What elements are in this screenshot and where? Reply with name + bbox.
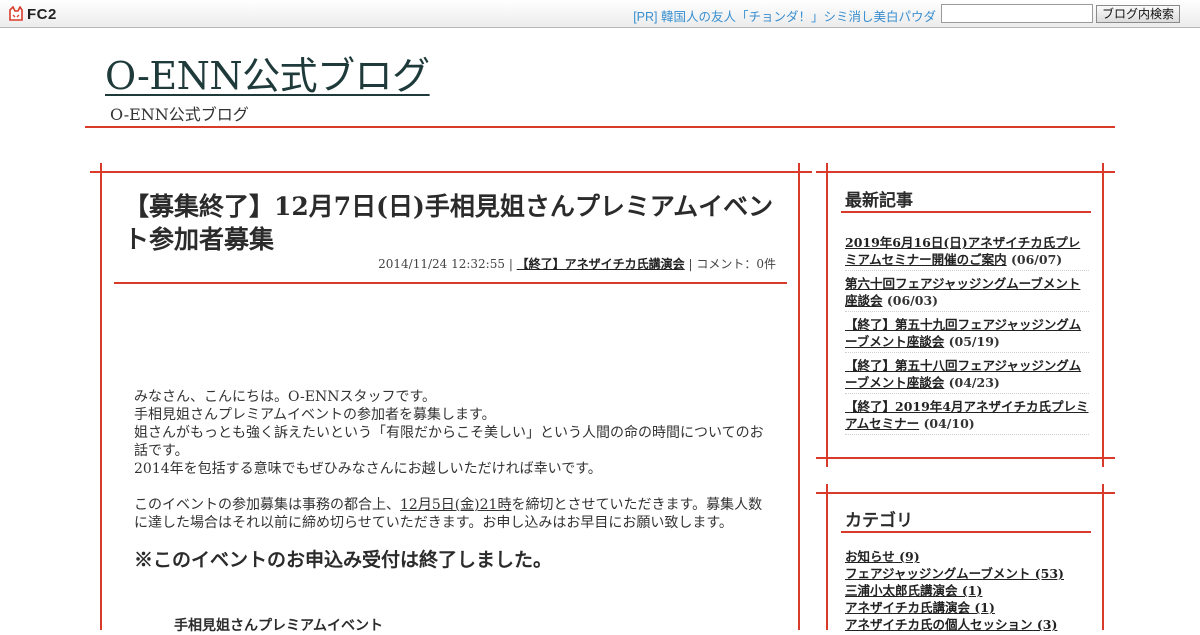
deadline-date: 12月5日(金)21時 — [400, 497, 512, 513]
category-count[interactable]: (9) — [895, 549, 920, 564]
entry-date: 2014/11/24 12:32:55 — [378, 257, 505, 271]
category-divider — [841, 531, 1091, 533]
recent-frame-right — [1102, 163, 1104, 467]
category-count[interactable]: (1) — [958, 583, 983, 598]
recent-frame-bottom — [816, 457, 1115, 459]
entry-frame-top — [90, 171, 812, 173]
list-item: アネザイチカ氏の個人セッション (3) — [845, 616, 1095, 633]
list-item: 第六十回フェアジャッジングムーブメント座談会 (06/03) — [845, 274, 1089, 312]
recent-posts-heading: 最新記事 — [845, 191, 913, 211]
meta-separator: | — [505, 257, 517, 271]
category-link[interactable]: アネザイチカ氏講演会 — [845, 600, 970, 615]
list-item: アネザイチカ氏講演会 (1) — [845, 599, 1095, 616]
category-heading: カテゴリ — [845, 511, 913, 531]
category-count[interactable]: (1) — [970, 600, 995, 615]
entry-frame-left — [100, 163, 102, 630]
recent-frame-top — [816, 171, 1115, 173]
list-item: 三浦小太郎氏講演会 (1) — [845, 582, 1095, 599]
list-item: 2019年6月16日(日)アネザイチカ氏プレミアムセミナー開催のご案内 (06/… — [845, 233, 1089, 271]
recent-post-date: (06/07) — [1006, 252, 1063, 267]
deadline-text-pre: このイベントの参加募集は事務の都合上、 — [134, 497, 400, 513]
category-link[interactable]: お知らせ — [845, 549, 895, 564]
pr-ad-link[interactable]: [PR] 韓国人の友人「チョンダ！」シミ消し美白パウダ — [633, 6, 936, 25]
entry-category-link[interactable]: 【終了】アネザイチカ氏講演会 — [517, 257, 685, 271]
entry-title[interactable]: 【募集終了】12月7日(日)手相見姐さんプレミアムイベント参加者募集 — [124, 190, 784, 256]
recent-posts-list: 2019年6月16日(日)アネザイチカ氏プレミアムセミナー開催のご案内 (06/… — [845, 233, 1089, 438]
category-frame-top — [816, 492, 1115, 494]
body-line: みなさん、こんにちは。O-ENNスタッフです。 — [134, 389, 437, 405]
recent-post-date: (05/19) — [944, 334, 1000, 349]
recent-posts-divider — [841, 211, 1091, 213]
category-link[interactable]: フェアジャッジングムーブメント — [845, 566, 1030, 581]
recent-frame-left — [826, 163, 828, 467]
fc2-cat-icon — [9, 6, 23, 21]
category-frame-right — [1102, 484, 1104, 630]
fc2-logo-text: FC2 — [27, 5, 57, 23]
entry-comments-count[interactable]: コメント：0件 — [696, 257, 776, 271]
body-line: 2014年を包括する意味でもぜひみなさんにお越しいただければ幸いです。 — [134, 461, 602, 477]
blog-search-input[interactable] — [941, 4, 1093, 23]
closed-notice: ※このイベントのお申込み受付は終了しました。 — [134, 549, 553, 571]
body-line: 手相見姐さんプレミアムイベントの参加者を募集します。 — [134, 407, 496, 423]
entry-frame-right — [798, 163, 800, 630]
event-name: 手相見姐さんプレミアムイベント — [174, 618, 384, 634]
blog-description: O-ENN公式ブログ — [110, 105, 249, 124]
meta-separator: | — [684, 257, 697, 271]
list-item: お知らせ (9) — [845, 548, 1095, 565]
fc2-toolbar: FC2 [PR] 韓国人の友人「チョンダ！」シミ消し美白パウダ ブログ内検索 — [0, 0, 1200, 28]
recent-post-date: (04/10) — [919, 416, 975, 431]
category-list: お知らせ (9) フェアジャッジングムーブメント (53) 三浦小太郎氏講演会 … — [845, 548, 1095, 633]
fc2-logo[interactable]: FC2 — [8, 4, 57, 24]
blog-title-link[interactable]: O-ENN公式ブログ — [105, 45, 430, 100]
blog-search-button[interactable]: ブログ内検索 — [1096, 5, 1181, 23]
category-frame-left — [826, 484, 828, 630]
header-divider — [85, 126, 1115, 128]
entry-body: みなさん、こんにちは。O-ENNスタッフです。 手相見姐さんプレミアムイベントの… — [134, 388, 774, 532]
entry-title-divider — [114, 282, 787, 284]
recent-post-link[interactable]: 第六十回フェアジャッジングムーブメント座談会 — [845, 276, 1080, 308]
list-item: 【終了】第五十八回フェアジャッジングムーブメント座談会 (04/23) — [845, 356, 1089, 394]
list-item: 【終了】第五十九回フェアジャッジングムーブメント座談会 (05/19) — [845, 315, 1089, 353]
category-link[interactable]: 三浦小太郎氏講演会 — [845, 583, 958, 598]
category-count[interactable]: (53) — [1030, 566, 1064, 581]
deadline-paragraph: このイベントの参加募集は事務の都合上、12月5日(金)21時を締切とさせていただ… — [134, 496, 774, 532]
entry-meta: 2014/11/24 12:32:55 | 【終了】アネザイチカ氏講演会 | コ… — [378, 255, 776, 272]
body-line: 姐さんがもっとも強く訴えたいという「有限だからこそ美しい」という人間の命の時間に… — [134, 425, 764, 459]
recent-post-date: (06/03) — [882, 293, 939, 308]
list-item: フェアジャッジングムーブメント (53) — [845, 565, 1095, 582]
list-item: 【終了】2019年4月アネザイチカ氏プレミアムセミナー (04/10) — [845, 397, 1089, 435]
recent-post-date: (04/23) — [944, 375, 1000, 390]
